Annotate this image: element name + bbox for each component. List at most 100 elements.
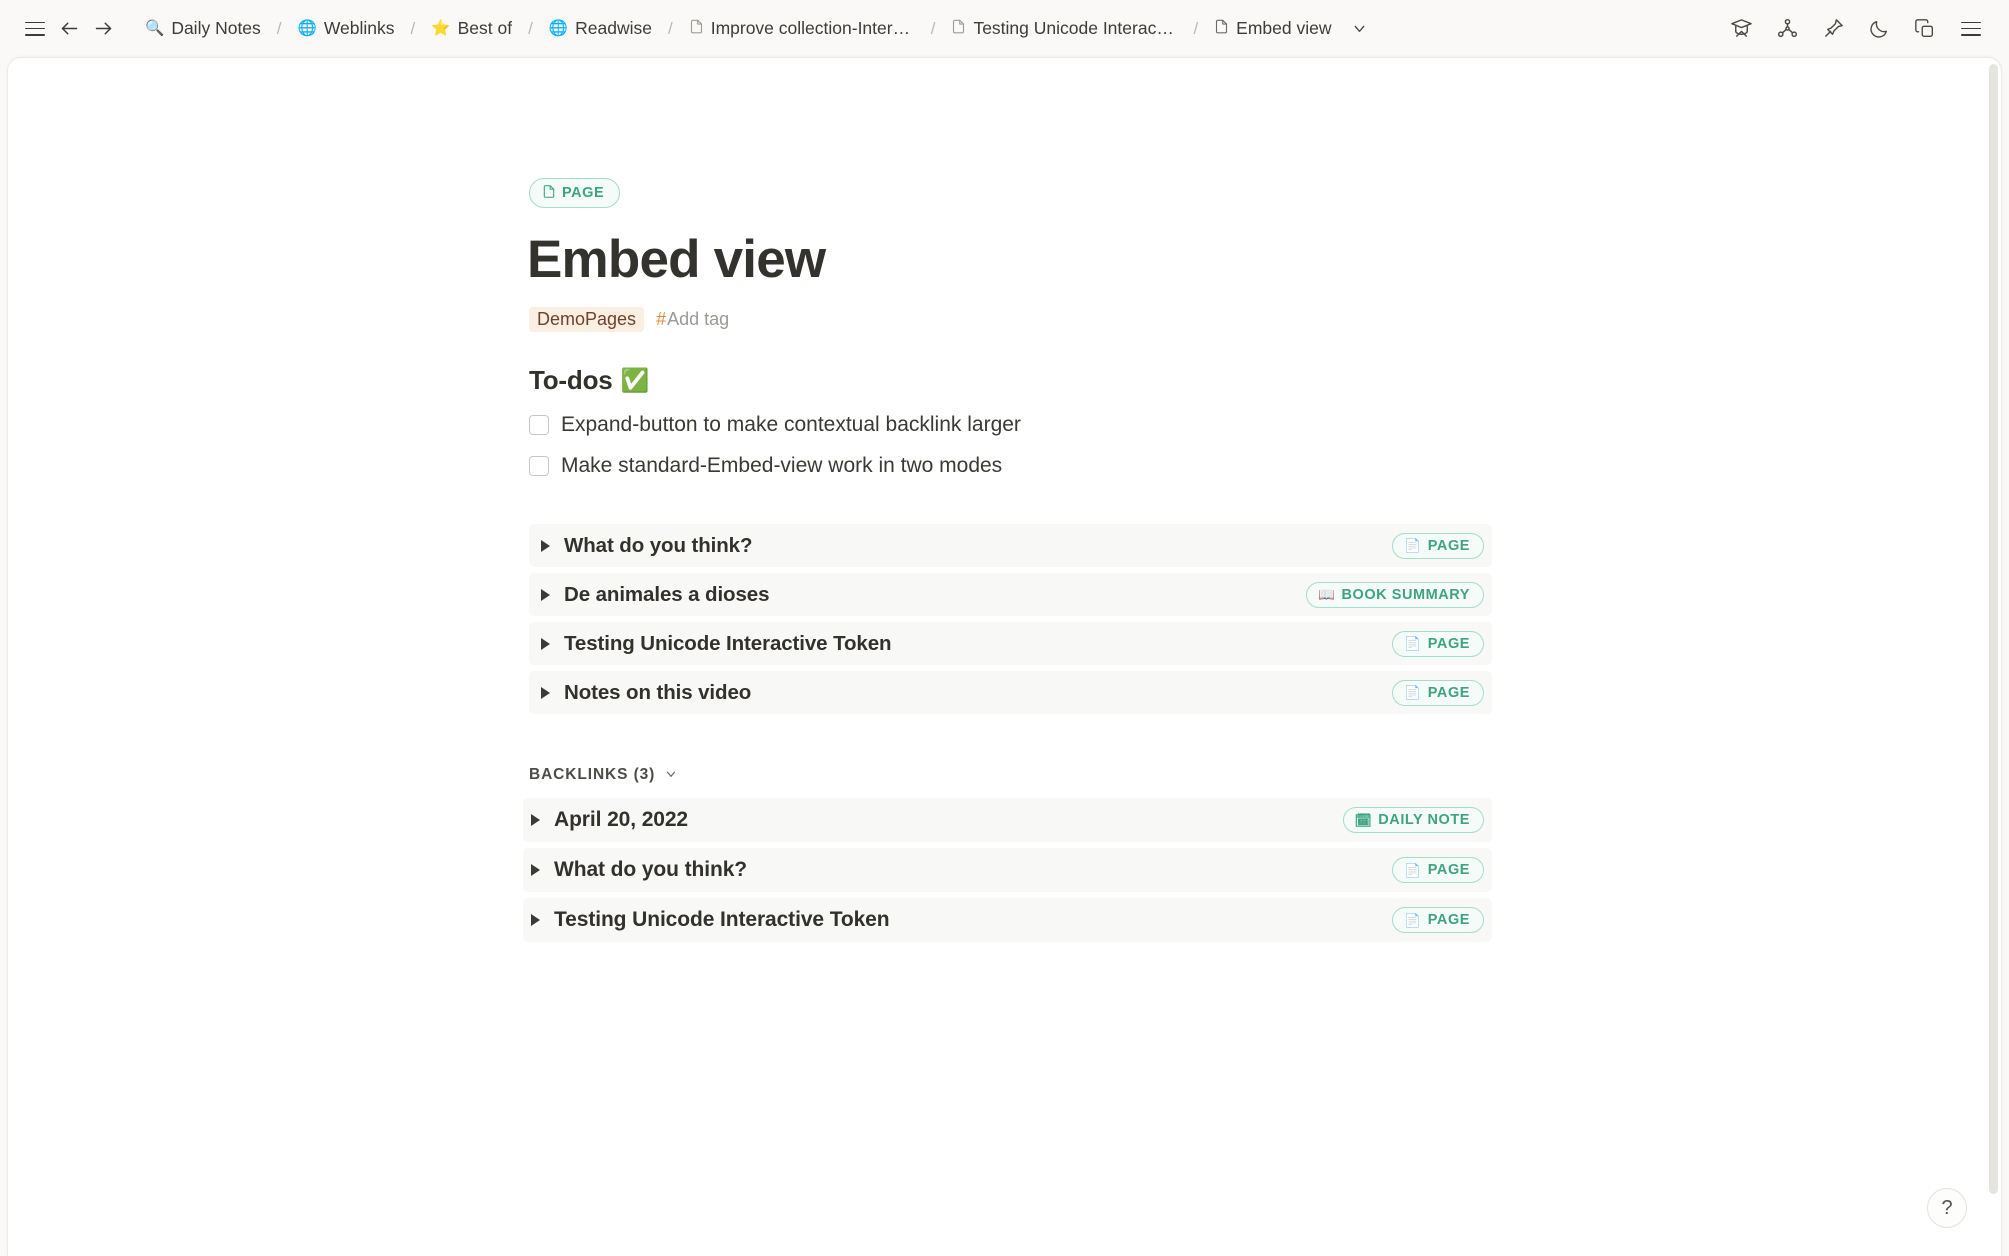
embed-row-title: De animales a dioses	[564, 583, 1306, 607]
document-icon: 📄	[1404, 539, 1421, 553]
globe-icon: 🌐	[549, 21, 568, 37]
breadcrumb-label: Best of	[458, 18, 512, 39]
backlink-row-badge[interactable]: 📄 PAGE	[1392, 907, 1484, 933]
open-book-icon: 📖	[1318, 588, 1335, 602]
breadcrumb-item-daily-notes[interactable]: 🔍 Daily Notes	[138, 14, 268, 43]
embed-row-badge[interactable]: 📖 BOOK SUMMARY	[1306, 582, 1484, 608]
embed-row-title: What do you think?	[564, 534, 1392, 558]
graph-network-icon[interactable]	[1771, 13, 1803, 45]
todo-item[interactable]: Make standard-Embed-view work in two mod…	[529, 454, 1492, 478]
document-icon: 📄	[1404, 914, 1421, 928]
document-icon	[689, 18, 704, 40]
hash-icon: #	[656, 309, 666, 330]
page-type-badge-label: PAGE	[562, 185, 604, 201]
embed-row-badge-label: PAGE	[1428, 538, 1470, 554]
arrow-right-icon[interactable]	[86, 12, 120, 46]
arrow-left-icon[interactable]	[52, 12, 86, 46]
pin-icon[interactable]	[1817, 13, 1849, 45]
top-bar-right	[1725, 13, 1987, 45]
todo-item[interactable]: Expand-button to make contextual backlin…	[529, 413, 1492, 437]
breadcrumb-item-best-of[interactable]: ⭐ Best of	[424, 14, 519, 43]
embedded-blocks-list: What do you think? 📄 PAGE De animales a …	[529, 524, 1492, 714]
embed-row-badge-label: PAGE	[1428, 685, 1470, 701]
expand-triangle-icon[interactable]	[531, 814, 540, 826]
breadcrumb-item-weblinks[interactable]: 🌐 Weblinks	[291, 14, 402, 43]
breadcrumb-item-readwise[interactable]: 🌐 Readwise	[542, 14, 659, 43]
backlink-row-badge-label: PAGE	[1428, 912, 1470, 928]
backlinks-list: April 20, 2022 🗓 DAILY NOTE What do you …	[529, 798, 1492, 942]
tag-demopages[interactable]: DemoPages	[529, 307, 644, 332]
top-bar-left: 🔍 Daily Notes / 🌐 Weblinks / ⭐ Best of /…	[18, 12, 1711, 46]
backlink-row-badge[interactable]: 📄 PAGE	[1392, 857, 1484, 883]
embed-row-badge-label: BOOK SUMMARY	[1341, 587, 1470, 603]
document-icon: 📄	[1404, 686, 1421, 700]
embed-row[interactable]: De animales a dioses 📖 BOOK SUMMARY	[529, 573, 1492, 616]
breadcrumb-separator: /	[922, 19, 945, 39]
document-body: PAGE Embed view DemoPages #Add tag To-do…	[517, 178, 1492, 942]
chevron-down-icon[interactable]	[1345, 14, 1375, 44]
breadcrumb-label: Daily Notes	[171, 18, 260, 39]
embed-row-title: Notes on this video	[564, 681, 1392, 705]
expand-triangle-icon[interactable]	[541, 638, 550, 650]
breadcrumb-label: Weblinks	[324, 18, 395, 39]
check-mark-icon: ✅	[621, 367, 649, 394]
hamburger-menu-icon[interactable]	[1955, 13, 1987, 45]
todo-label: Expand-button to make contextual backlin…	[561, 413, 1021, 437]
breadcrumb-label: Testing Unicode Interactiv...	[973, 18, 1177, 39]
embed-row-badge[interactable]: 📄 PAGE	[1392, 533, 1484, 559]
help-button[interactable]: ?	[1927, 1188, 1967, 1228]
embed-row[interactable]: Notes on this video 📄 PAGE	[529, 671, 1492, 714]
breadcrumb: 🔍 Daily Notes / 🌐 Weblinks / ⭐ Best of /…	[138, 14, 1375, 44]
expand-triangle-icon[interactable]	[531, 914, 540, 926]
embed-row[interactable]: Testing Unicode Interactive Token 📄 PAGE	[529, 622, 1492, 665]
backlink-row[interactable]: April 20, 2022 🗓 DAILY NOTE	[523, 798, 1492, 842]
embed-row-badge[interactable]: 📄 PAGE	[1392, 680, 1484, 706]
magnifier-icon: 🔍	[145, 21, 164, 37]
breadcrumb-separator: /	[1184, 19, 1207, 39]
breadcrumb-label: Readwise	[575, 18, 652, 39]
breadcrumb-label: Embed view	[1236, 18, 1331, 39]
copy-layers-icon[interactable]	[1909, 13, 1941, 45]
document-scroll-area[interactable]: PAGE Embed view DemoPages #Add tag To-do…	[8, 58, 2001, 1256]
todos-heading-label: To-dos	[529, 365, 613, 396]
backlinks-header[interactable]: BACKLINKS (3)	[529, 766, 678, 784]
breadcrumb-label: Improve collection-Interac...	[711, 18, 915, 39]
expand-triangle-icon[interactable]	[531, 864, 540, 876]
todos-heading: To-dos ✅	[529, 365, 1492, 396]
embed-row[interactable]: What do you think? 📄 PAGE	[529, 524, 1492, 567]
breadcrumb-item-embed-view[interactable]: Embed view	[1207, 14, 1338, 44]
document-icon: 📄	[1404, 637, 1421, 651]
breadcrumb-separator: /	[659, 19, 682, 39]
vertical-scrollbar[interactable]	[1989, 64, 1998, 1250]
backlink-row-title: Testing Unicode Interactive Token	[554, 908, 1392, 932]
expand-triangle-icon[interactable]	[541, 540, 550, 552]
embed-row-title: Testing Unicode Interactive Token	[564, 632, 1392, 656]
graduation-cap-icon[interactable]	[1725, 13, 1757, 45]
hamburger-menu-icon[interactable]	[18, 12, 52, 46]
backlink-row[interactable]: What do you think? 📄 PAGE	[523, 848, 1492, 892]
backlink-row-title: April 20, 2022	[554, 808, 1343, 832]
todo-checkbox[interactable]	[529, 456, 549, 476]
chevron-down-icon[interactable]	[664, 767, 678, 784]
content-panel-wrapper: PAGE Embed view DemoPages #Add tag To-do…	[0, 57, 2009, 1256]
embed-row-badge[interactable]: 📄 PAGE	[1392, 631, 1484, 657]
document-icon: 📄	[1404, 864, 1421, 878]
document-icon	[1214, 18, 1229, 40]
breadcrumb-item-improve-collection[interactable]: Improve collection-Interac...	[682, 14, 922, 44]
backlink-row[interactable]: Testing Unicode Interactive Token 📄 PAGE	[523, 898, 1492, 942]
page-type-badge[interactable]: PAGE	[529, 178, 620, 208]
backlink-row-title: What do you think?	[554, 858, 1392, 882]
top-bar: 🔍 Daily Notes / 🌐 Weblinks / ⭐ Best of /…	[0, 0, 2009, 57]
backlink-row-badge-label: DAILY NOTE	[1378, 812, 1470, 828]
tag-row: DemoPages #Add tag	[529, 307, 1492, 332]
backlink-row-badge[interactable]: 🗓 DAILY NOTE	[1343, 807, 1484, 833]
expand-triangle-icon[interactable]	[541, 687, 550, 699]
add-tag-button[interactable]: #Add tag	[656, 309, 729, 330]
backlink-row-badge-label: PAGE	[1428, 862, 1470, 878]
expand-triangle-icon[interactable]	[541, 589, 550, 601]
moon-dark-mode-icon[interactable]	[1863, 13, 1895, 45]
page-title[interactable]: Embed view	[527, 230, 1492, 291]
todo-checkbox[interactable]	[529, 415, 549, 435]
scrollbar-thumb[interactable]	[1989, 64, 1998, 1194]
breadcrumb-item-testing-unicode[interactable]: Testing Unicode Interactiv...	[944, 14, 1184, 44]
